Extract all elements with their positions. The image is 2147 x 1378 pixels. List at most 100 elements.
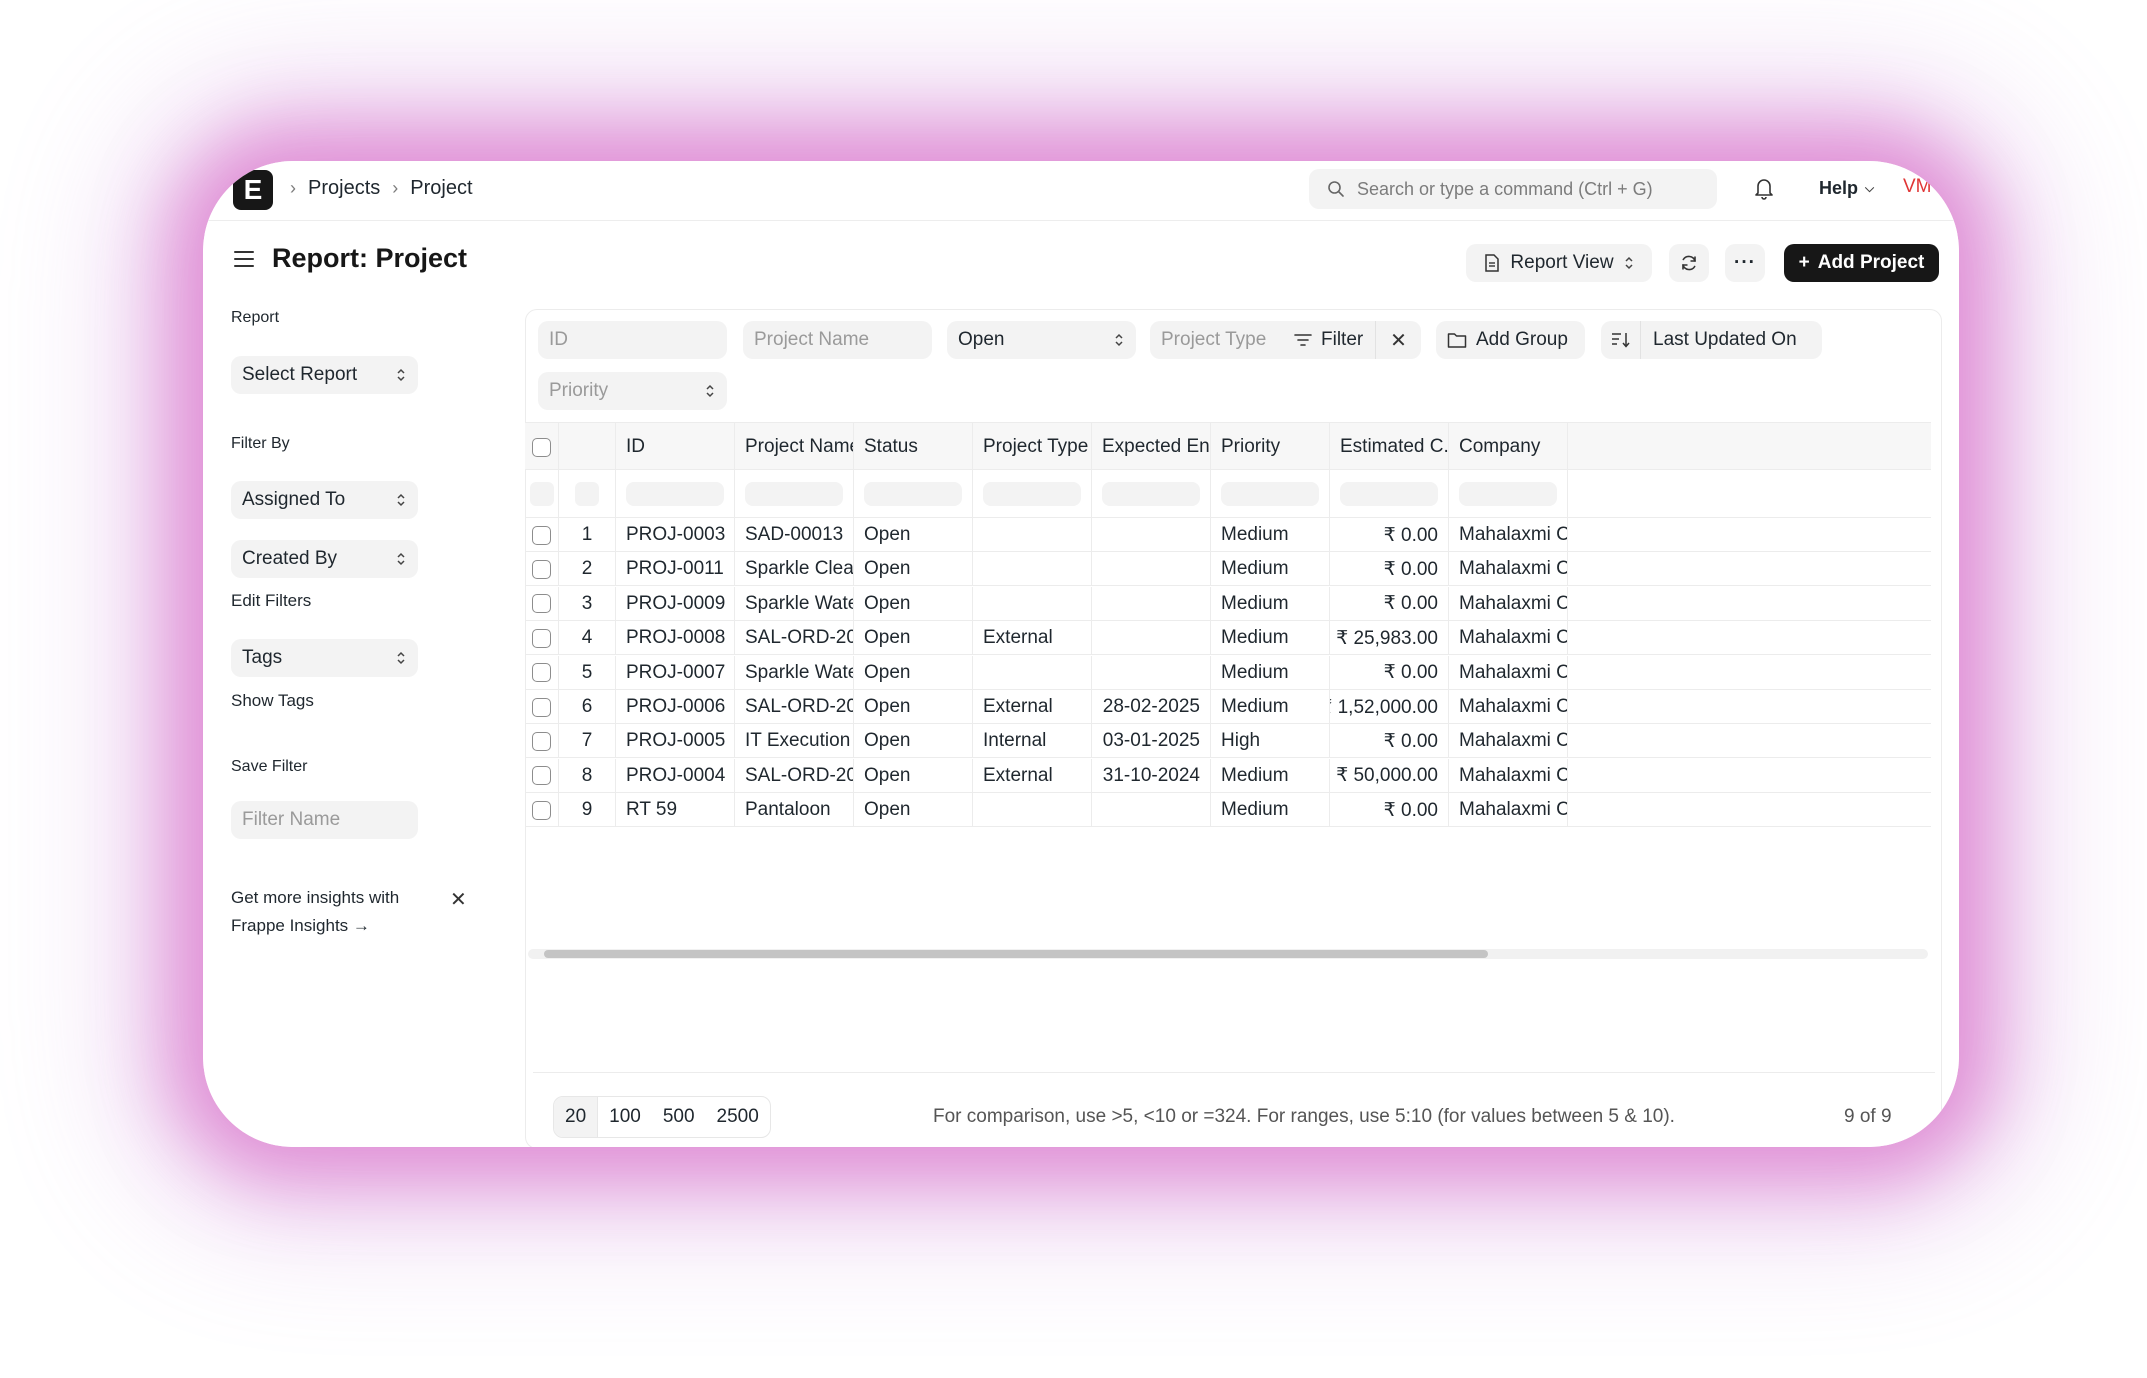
priority-cell[interactable]: High	[1211, 724, 1330, 759]
expected-end-cell[interactable]	[1092, 586, 1211, 621]
priority-cell[interactable]: Medium	[1211, 690, 1330, 724]
hamburger-menu-icon[interactable]	[233, 249, 255, 269]
show-tags-link[interactable]: Show Tags	[231, 691, 314, 711]
priority-cell[interactable]: Medium	[1211, 552, 1330, 587]
project-type-cell[interactable]	[973, 518, 1092, 552]
estimated-cost-cell[interactable]: ₹ 0.00	[1330, 655, 1449, 690]
status-cell[interactable]: Open	[854, 518, 973, 552]
estimated-cost-cell[interactable]: ₹ 0.00	[1330, 518, 1449, 552]
created-by-dropdown[interactable]: Created By	[231, 540, 418, 578]
tags-dropdown[interactable]: Tags	[231, 639, 418, 677]
priority-filter-select[interactable]: Priority	[538, 372, 727, 410]
page-size-2500[interactable]: 2500	[706, 1097, 770, 1137]
add-group-button[interactable]: Add Group	[1436, 321, 1585, 359]
priority-cell[interactable]: Medium	[1211, 793, 1330, 828]
id-cell[interactable]: PROJ-0011	[616, 552, 735, 587]
expected-end-cell[interactable]	[1092, 621, 1211, 656]
company-cell[interactable]: Mahalaxmi Co...	[1449, 758, 1568, 793]
column-header-project-name[interactable]: Project Name	[735, 423, 854, 471]
estimated-cost-cell[interactable]: ₹ 0.00	[1330, 724, 1449, 759]
id-cell[interactable]: PROJ-0004	[616, 758, 735, 793]
id-cell[interactable]: PROJ-0007	[616, 655, 735, 690]
table-row[interactable]: 1 PROJ-0003 SAD-00013 Open Medium ₹ 0.00 Mahal…	[525, 518, 1931, 552]
row-checkbox[interactable]	[532, 525, 551, 545]
table-row[interactable]: 4PROJ-0008SAL-ORD-20...OpenExternal Mediu…	[525, 621, 1931, 656]
project-type-cell[interactable]	[973, 655, 1092, 690]
filter-cell[interactable]	[854, 470, 973, 518]
priority-cell[interactable]: Medium	[1211, 586, 1330, 621]
status-cell[interactable]: Open	[854, 621, 973, 656]
id-filter-input[interactable]: ID	[538, 321, 727, 359]
row-checkbox[interactable]	[532, 766, 551, 786]
page-size-20[interactable]: 20	[554, 1097, 599, 1137]
expected-end-cell[interactable]: 31-10-2024	[1092, 758, 1211, 793]
close-icon[interactable]: ✕	[450, 887, 467, 912]
expected-end-cell[interactable]	[1092, 793, 1211, 828]
company-cell[interactable]: Mahalaxmi Co...	[1449, 518, 1568, 552]
project-name-filter-input[interactable]: Project Name	[743, 321, 932, 359]
filter-cell[interactable]	[1449, 470, 1568, 518]
estimated-cost-cell[interactable]: ₹ 1,52,000.00	[1330, 690, 1449, 724]
add-project-button[interactable]: + Add Project	[1784, 244, 1939, 282]
project-name-cell[interactable]: SAL-ORD-20...	[735, 758, 854, 793]
column-header-expected-end[interactable]: Expected En...	[1092, 423, 1211, 471]
frappe-insights-link[interactable]: Frappe Insights →	[231, 912, 431, 940]
priority-cell[interactable]: Medium	[1211, 655, 1330, 690]
project-name-cell[interactable]: SAL-ORD-20...	[735, 621, 854, 656]
company-cell[interactable]: Mahalaxmi Co...	[1449, 655, 1568, 690]
column-header-id[interactable]: ID	[616, 423, 735, 471]
estimated-cost-cell[interactable]: ₹ 25,983.00	[1330, 621, 1449, 656]
priority-cell[interactable]: Medium	[1211, 518, 1330, 552]
id-cell[interactable]: RT 59	[616, 793, 735, 828]
filter-cell[interactable]	[1092, 470, 1211, 518]
company-cell[interactable]: Mahalaxmi Co...	[1449, 690, 1568, 724]
filter-cell[interactable]	[1330, 470, 1449, 518]
filter-cell[interactable]	[973, 470, 1092, 518]
project-type-cell[interactable]	[973, 586, 1092, 621]
project-name-cell[interactable]: Sparkle Water...	[735, 655, 854, 690]
project-name-cell[interactable]: SAL-ORD-20...	[735, 690, 854, 724]
page-size-500[interactable]: 500	[652, 1097, 706, 1137]
company-cell[interactable]: Mahalaxmi Co...	[1449, 621, 1568, 656]
refresh-button[interactable]	[1669, 244, 1709, 282]
filter-cell[interactable]	[735, 470, 854, 518]
status-cell[interactable]: Open	[854, 690, 973, 724]
estimated-cost-cell[interactable]: ₹ 0.00	[1330, 586, 1449, 621]
company-cell[interactable]: Mahalaxmi Co...	[1449, 724, 1568, 759]
edit-filters-link[interactable]: Edit Filters	[231, 591, 311, 611]
clear-filter-icon[interactable]: ✕	[1376, 328, 1421, 353]
select-report-dropdown[interactable]: Select Report	[231, 356, 418, 394]
project-type-cell[interactable]	[973, 793, 1092, 828]
status-cell[interactable]: Open	[854, 655, 973, 690]
row-checkbox[interactable]	[532, 697, 551, 717]
column-header-priority[interactable]: Priority	[1211, 423, 1330, 471]
project-type-cell[interactable]: External	[973, 758, 1092, 793]
column-header-project-type[interactable]: Project Type	[973, 423, 1092, 471]
table-row[interactable]: 6PROJ-0006SAL-ORD-20...OpenExternal28-02…	[525, 690, 1931, 724]
filter-cell[interactable]	[1211, 470, 1330, 518]
filter-name-input[interactable]: Filter Name	[231, 801, 418, 839]
estimated-cost-cell[interactable]: ₹ 0.00	[1330, 552, 1449, 587]
breadcrumb-project[interactable]: Project	[410, 177, 472, 200]
table-row[interactable]: 3PROJ-0009Sparkle Water...Open Medium₹ 0.…	[525, 586, 1931, 621]
search-bar[interactable]: Search or type a command (Ctrl + G)	[1309, 169, 1717, 209]
expected-end-cell[interactable]	[1092, 552, 1211, 587]
id-cell[interactable]: PROJ-0009	[616, 586, 735, 621]
expected-end-cell[interactable]: 03-01-2025	[1092, 724, 1211, 759]
company-cell[interactable]: Mahalaxmi Co...	[1449, 552, 1568, 587]
table-row[interactable]: 2PROJ-0011Sparkle Clean...Open Medium₹ 0.…	[525, 552, 1931, 587]
row-checkbox[interactable]	[532, 594, 551, 614]
status-cell[interactable]: Open	[854, 724, 973, 759]
status-filter-select[interactable]: Open	[947, 321, 1136, 359]
breadcrumb-projects[interactable]: Projects	[308, 177, 380, 200]
table-row[interactable]: 9 RT 59 Pantaloon Open Medium ₹ 0.00 Mahalaxmi…	[525, 793, 1931, 828]
row-checkbox[interactable]	[532, 559, 551, 579]
expected-end-cell[interactable]: 28-02-2025	[1092, 690, 1211, 724]
row-checkbox[interactable]	[532, 800, 551, 820]
column-header-status[interactable]: Status	[854, 423, 973, 471]
table-row[interactable]: 7 PROJ-0005 IT Execution Open Internal 03-01-…	[525, 724, 1931, 759]
estimated-cost-cell[interactable]: ₹ 0.00	[1330, 793, 1449, 828]
more-options-button[interactable]: ···	[1725, 244, 1765, 282]
company-cell[interactable]: Mahalaxmi Co...	[1449, 586, 1568, 621]
project-type-cell[interactable]	[973, 552, 1092, 587]
